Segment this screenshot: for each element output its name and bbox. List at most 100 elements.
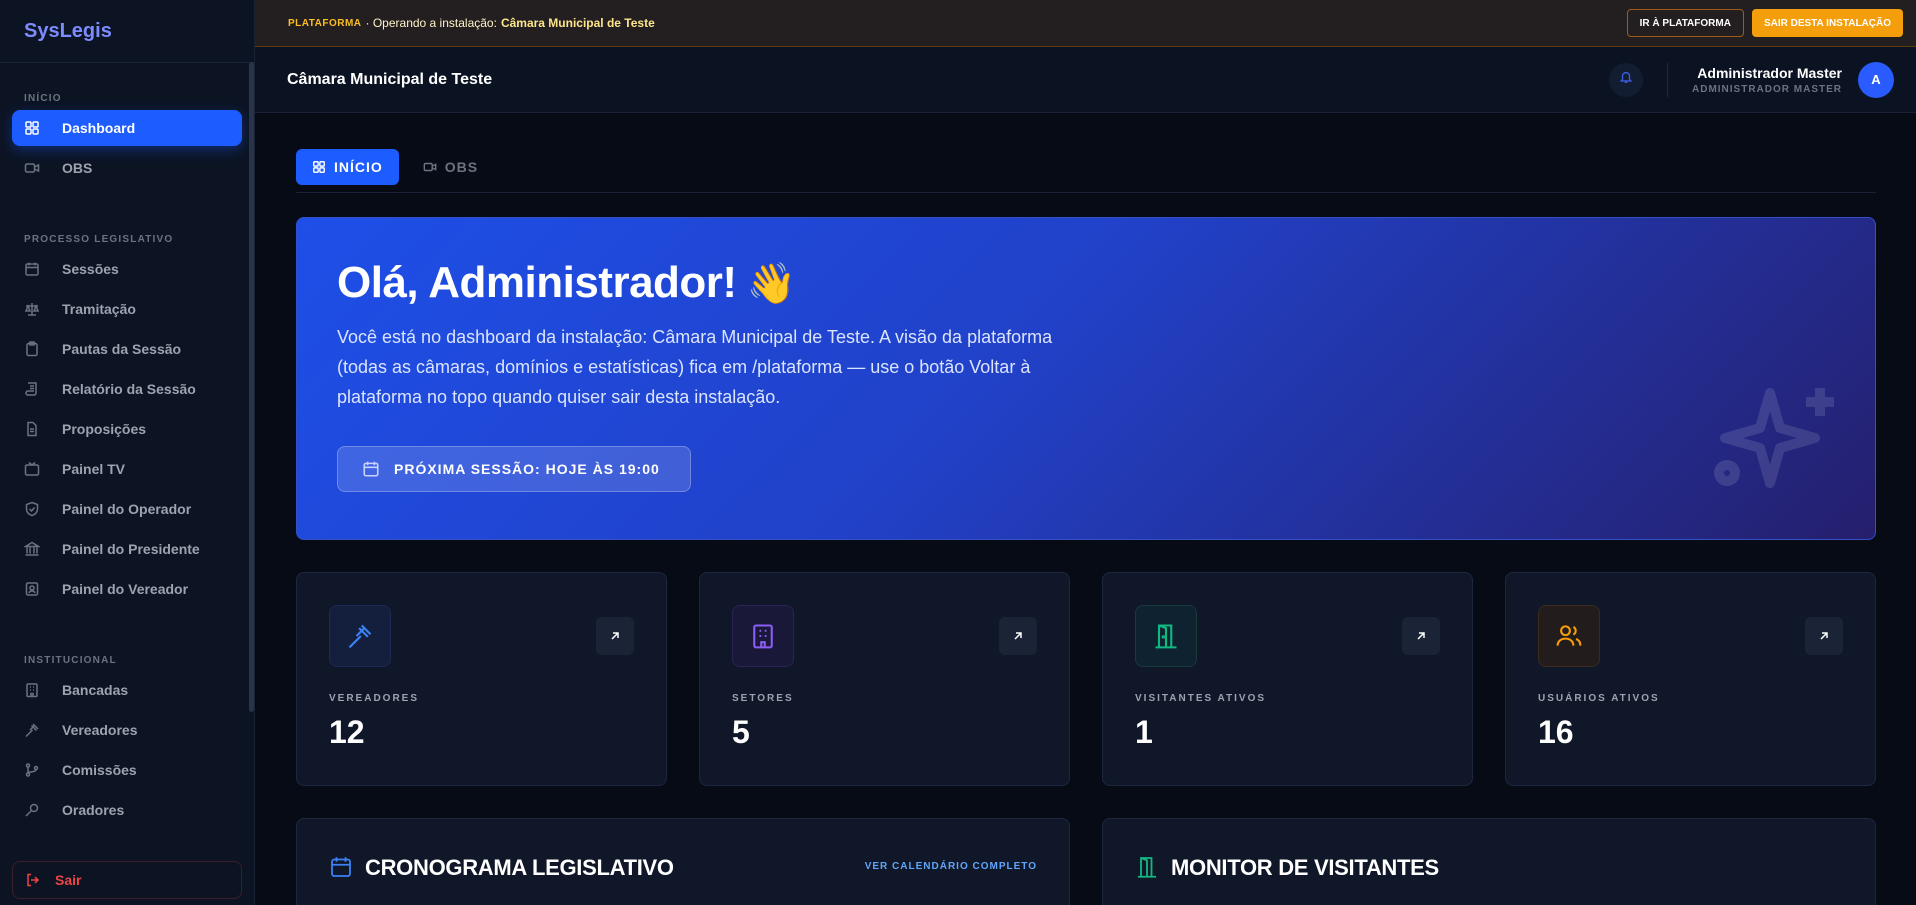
tab-obs[interactable]: OBS — [407, 149, 494, 185]
section-title-inicio: INÍCIO — [24, 93, 62, 104]
sidebar-item-obs[interactable]: OBS — [12, 150, 242, 186]
section-title-institucional: INSTITUCIONAL — [24, 655, 117, 666]
sidebar-item-label: Painel do Operador — [62, 501, 192, 517]
platform-banner: PLATAFORMA · Operando a instalação: Câma… — [255, 0, 1916, 47]
sidebar-item-label: Painel do Vereador — [62, 581, 189, 597]
open-arrow-icon[interactable] — [999, 617, 1037, 655]
mic-icon — [24, 802, 40, 818]
full-calendar-link[interactable]: VER CALENDÁRIO COMPLETO — [865, 861, 1037, 872]
calendar-icon — [362, 460, 380, 478]
schedule-panel: CRONOGRAMA LEGISLATIVO VER CALENDÁRIO CO… — [296, 818, 1070, 905]
sidebar-item-painel-vereador[interactable]: Painel do Vereador — [12, 571, 242, 607]
sidebar-item-label: Sessões — [62, 261, 119, 277]
sidebar-item-tramitacao[interactable]: Tramitação — [12, 291, 242, 327]
logout-label: Sair — [55, 872, 82, 888]
sidebar-item-vereadores[interactable]: Vereadores — [12, 712, 242, 748]
go-platform-button[interactable]: IR À PLATAFORMA — [1626, 9, 1744, 37]
greeting-text: Olá, Administrador! — [337, 258, 737, 307]
stat-icon-box — [1135, 605, 1197, 667]
open-arrow-icon[interactable] — [1805, 617, 1843, 655]
sidebar-item-comissoes[interactable]: Comissões — [12, 752, 242, 788]
sidebar-item-relatorio[interactable]: Relatório da Sessão — [12, 371, 242, 407]
tab-label: INÍCIO — [334, 158, 383, 175]
stat-card-setores[interactable]: SETORES 5 — [699, 572, 1070, 786]
next-session-label: PRÓXIMA SESSÃO: HOJE ÀS 19:00 — [394, 461, 660, 477]
sidebar-item-label: Painel TV — [62, 461, 126, 477]
sparkles-icon — [1705, 378, 1845, 498]
sidebar-item-label: Comissões — [62, 762, 137, 778]
bottom-panels: CRONOGRAMA LEGISLATIVO VER CALENDÁRIO CO… — [296, 818, 1876, 905]
stat-card-usuarios[interactable]: USUÁRIOS ATIVOS 16 — [1505, 572, 1876, 786]
sidebar-scrollbar[interactable] — [249, 62, 254, 712]
logout-icon — [25, 872, 41, 888]
avatar[interactable]: A — [1858, 61, 1894, 98]
sidebar-item-label: Vereadores — [62, 722, 138, 738]
branch-icon — [24, 762, 40, 778]
building-icon — [24, 682, 40, 698]
wave-emoji: 👋 — [746, 262, 797, 306]
sidebar-item-label: Bancadas — [62, 682, 129, 698]
stat-label: VISITANTES ATIVOS — [1135, 693, 1267, 704]
sidebar-item-dashboard[interactable]: Dashboard — [12, 110, 242, 146]
schedule-title: CRONOGRAMA LEGISLATIVO — [365, 855, 674, 880]
video-icon — [24, 160, 40, 176]
sidebar-item-label: Relatório da Sessão — [62, 381, 196, 397]
sidebar-item-sessoes[interactable]: Sessões — [12, 251, 242, 287]
stat-label: SETORES — [732, 693, 794, 704]
sidebar-item-label: Tramitação — [62, 301, 136, 317]
tab-bar: INÍCIO OBS — [296, 113, 1876, 193]
landmark-icon — [24, 541, 40, 557]
sidebar-item-oradores[interactable]: Oradores — [12, 792, 242, 828]
banner-installation: Câmara Municipal de Teste — [500, 16, 655, 30]
bell-icon — [1619, 70, 1633, 89]
stat-value: 12 — [329, 714, 365, 750]
platform-tag: PLATAFORMA — [288, 17, 362, 29]
clipboard-icon — [24, 341, 40, 357]
page-header: Câmara Municipal de Teste Administrador … — [255, 47, 1916, 113]
open-arrow-icon[interactable] — [596, 617, 634, 655]
stat-icon-box — [1538, 605, 1600, 667]
scroll-icon — [24, 381, 40, 397]
open-arrow-icon[interactable] — [1402, 617, 1440, 655]
stat-icon-box — [732, 605, 794, 667]
leave-installation-button[interactable]: SAIR DESTA INSTALAÇÃO — [1751, 9, 1903, 37]
sidebar-item-painel-tv[interactable]: Painel TV — [12, 451, 242, 487]
stat-value: 1 — [1135, 714, 1153, 750]
gavel-icon — [24, 722, 40, 738]
sidebar-item-pautas[interactable]: Pautas da Sessão — [12, 331, 242, 367]
section-title-processo: PROCESSO LEGISLATIVO — [24, 234, 174, 245]
stat-label: VEREADORES — [329, 693, 420, 704]
gavel-icon — [346, 622, 374, 650]
visitors-panel: MONITOR DE VISITANTES — [1102, 818, 1876, 905]
user-info[interactable]: Administrador Master ADMINISTRADOR MASTE… — [1692, 65, 1842, 95]
building-icon — [749, 622, 777, 650]
video-icon — [423, 160, 437, 174]
stats-cards: VEREADORES 12 SETORES 5 VISITANTES ATIVO… — [296, 572, 1876, 786]
hero-greeting: Olá, Administrador! 👋 — [337, 258, 1835, 308]
logout-button[interactable]: Sair — [12, 861, 242, 899]
sidebar-item-painel-operador[interactable]: Painel do Operador — [12, 491, 242, 527]
welcome-hero: Olá, Administrador! 👋 Você está no dashbo… — [296, 217, 1876, 540]
sidebar-item-proposicoes[interactable]: Proposições — [12, 411, 242, 447]
scale-icon — [24, 301, 40, 317]
sidebar-item-label: Pautas da Sessão — [62, 341, 182, 357]
stat-card-visitantes[interactable]: VISITANTES ATIVOS 1 — [1102, 572, 1473, 786]
stat-value: 16 — [1538, 714, 1574, 750]
grid-icon — [312, 160, 326, 174]
app-logo[interactable]: SysLegis — [0, 0, 254, 63]
sidebar-item-label: Painel do Presidente — [62, 541, 200, 557]
stat-value: 5 — [732, 714, 750, 750]
tab-inicio[interactable]: INÍCIO — [296, 148, 399, 185]
sidebar-item-label: Dashboard — [62, 120, 136, 136]
notifications-button[interactable] — [1609, 62, 1643, 97]
tv-icon — [24, 461, 40, 477]
sidebar-item-label: OBS — [62, 160, 93, 176]
sidebar-item-bancadas[interactable]: Bancadas — [12, 672, 242, 708]
stat-card-vereadores[interactable]: VEREADORES 12 — [296, 572, 667, 786]
page-title: Câmara Municipal de Teste — [287, 70, 493, 88]
users-icon — [1555, 622, 1583, 650]
hero-description: Você está no dashboard da instalação: Câ… — [337, 327, 1053, 407]
stat-label: USUÁRIOS ATIVOS — [1538, 693, 1660, 704]
sidebar-item-painel-presidente[interactable]: Painel do Presidente — [12, 531, 242, 567]
next-session-button[interactable]: PRÓXIMA SESSÃO: HOJE ÀS 19:00 — [337, 446, 691, 492]
